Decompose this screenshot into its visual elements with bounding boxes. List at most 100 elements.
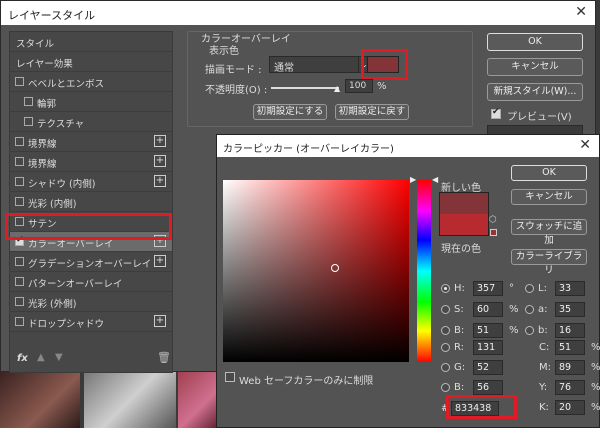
web-safe-swatch[interactable] <box>490 229 497 236</box>
hue-slider[interactable] <box>417 180 431 362</box>
value-input[interactable]: 16 <box>555 323 585 338</box>
style-list-item[interactable]: 境界線 + <box>10 152 172 172</box>
value-label: a: <box>538 304 548 315</box>
value-input[interactable]: 357 <box>473 281 503 296</box>
opacity-input[interactable]: 100 <box>345 79 373 93</box>
style-checkbox[interactable] <box>24 97 33 106</box>
mode-radio[interactable] <box>441 326 450 335</box>
color-libraries-button[interactable]: カラーライブラリ <box>511 249 587 276</box>
add-effect-plus-icon[interactable]: + <box>154 135 166 147</box>
cube-icon[interactable]: ⬡ <box>489 215 497 225</box>
value-text: 51 <box>477 325 490 336</box>
mode-radio[interactable] <box>441 305 450 314</box>
style-checkbox[interactable] <box>15 137 24 146</box>
layer-style-titlebar: レイヤースタイル ✕ <box>1 1 595 25</box>
fx-icon[interactable]: fx <box>17 353 28 364</box>
mode-radio[interactable] <box>441 343 450 352</box>
value-input[interactable]: 20 <box>555 400 585 415</box>
value-text: 357 <box>477 283 496 294</box>
value-label: Y: <box>539 382 548 393</box>
style-list-item[interactable]: グラデーションオーバーレイ + <box>10 252 172 272</box>
value-text: 56 <box>477 382 490 393</box>
trash-icon[interactable]: 🗑 <box>157 351 171 364</box>
style-checkbox[interactable] <box>15 77 24 86</box>
value-text: 131 <box>477 342 496 353</box>
add-effect-plus-icon[interactable]: + <box>154 175 166 187</box>
style-list-item[interactable]: 境界線 + <box>10 132 172 152</box>
style-checkbox[interactable] <box>15 257 24 266</box>
style-checkbox[interactable] <box>15 157 24 166</box>
opacity-value: 100 <box>349 81 367 91</box>
web-only-checkbox[interactable] <box>225 372 235 382</box>
style-list-item[interactable]: スタイル <box>10 32 172 52</box>
value-label: M: <box>539 362 551 373</box>
value-input[interactable]: 35 <box>555 302 585 317</box>
ok-button[interactable]: OK <box>487 33 583 51</box>
color-field[interactable] <box>223 180 409 362</box>
move-up-icon[interactable]: ▲ <box>37 352 45 363</box>
value-label: B: <box>454 382 465 393</box>
add-effect-plus-icon[interactable]: + <box>154 315 166 327</box>
add-effect-plus-icon[interactable]: + <box>154 255 166 267</box>
style-checkbox[interactable] <box>15 277 24 286</box>
close-icon[interactable]: ✕ <box>575 4 587 20</box>
hex-highlight <box>446 395 517 419</box>
color-picker-dialog: カラーピッカー (オーバーレイカラー) ✕ ▶ ◀ 新しい色 現在の色 ⬡ OK… <box>216 134 600 428</box>
style-list-label: シャドウ (内側) <box>28 179 96 190</box>
mode-radio[interactable] <box>441 363 450 372</box>
picker-cancel-button[interactable]: キャンセル <box>511 189 587 205</box>
value-input[interactable]: 56 <box>473 380 503 395</box>
add-to-swatches-button[interactable]: スウォッチに追加 <box>511 219 587 246</box>
style-list-item[interactable]: ベベルとエンボス <box>10 72 172 92</box>
mode-radio[interactable] <box>525 326 534 335</box>
value-label: G: <box>454 362 466 373</box>
current-color-preview[interactable] <box>439 214 489 236</box>
style-list-item[interactable]: テクスチャ <box>10 112 172 132</box>
style-checkbox[interactable] <box>24 117 33 126</box>
reset-default-button[interactable]: 初期設定に戻す <box>335 104 409 120</box>
opacity-slider[interactable] <box>271 87 339 89</box>
style-checkbox[interactable] <box>15 197 24 206</box>
make-default-button[interactable]: 初期設定にする <box>253 104 327 120</box>
style-list-item[interactable]: パターンオーバーレイ <box>10 272 172 292</box>
style-list-item[interactable]: 輪郭 <box>10 92 172 112</box>
style-checkbox[interactable] <box>15 177 24 186</box>
color-field-cursor[interactable] <box>331 264 339 272</box>
value-input[interactable]: 60 <box>473 302 503 317</box>
style-list-item[interactable]: 光彩 (外側) <box>10 292 172 312</box>
value-input[interactable]: 131 <box>473 340 503 355</box>
close-icon[interactable]: ✕ <box>579 137 591 153</box>
value-input[interactable]: 89 <box>555 360 585 375</box>
value-input[interactable]: 52 <box>473 360 503 375</box>
style-list-item[interactable]: ドロップシャドウ + <box>10 312 172 332</box>
hue-slider-handle-left[interactable]: ▶ <box>410 175 416 184</box>
add-effect-plus-icon[interactable]: + <box>154 155 166 167</box>
value-input[interactable]: 33 <box>555 281 585 296</box>
web-only-label: Web セーフカラーのみに制限 <box>239 376 374 387</box>
style-list-item[interactable]: シャドウ (内側) + <box>10 172 172 192</box>
style-list-label: パターンオーバーレイ <box>28 279 123 290</box>
mode-radio[interactable] <box>441 284 450 293</box>
mode-radio[interactable] <box>441 383 450 392</box>
opacity-slider-handle[interactable]: ▲ <box>334 84 340 93</box>
mode-radio[interactable] <box>525 284 534 293</box>
hue-slider-handle-right[interactable]: ◀ <box>432 175 438 184</box>
mode-radio[interactable] <box>525 305 534 314</box>
style-list-item[interactable]: レイヤー効果 <box>10 52 172 72</box>
value-input[interactable]: 51 <box>473 323 503 338</box>
style-list-item[interactable]: 光彩 (内側) <box>10 192 172 212</box>
opacity-label: 不透明度(O) : <box>205 85 268 96</box>
value-input[interactable]: 51 <box>555 340 585 355</box>
style-checkbox[interactable] <box>15 297 24 306</box>
style-checkbox[interactable] <box>15 317 24 326</box>
cancel-button[interactable]: キャンセル <box>487 58 583 76</box>
value-input[interactable]: 76 <box>555 380 585 395</box>
blend-mode-select[interactable]: 通常 ⌄ <box>269 56 371 74</box>
style-list-label: 境界線 <box>28 139 57 150</box>
swatch-highlight <box>361 49 408 80</box>
preview-checkbox[interactable]: ✔ <box>491 107 501 119</box>
move-down-icon[interactable]: ▼ <box>55 352 63 363</box>
new-style-button[interactable]: 新規スタイル(W)... <box>487 83 583 101</box>
picker-ok-button[interactable]: OK <box>511 165 587 181</box>
value-label: L: <box>538 283 547 294</box>
